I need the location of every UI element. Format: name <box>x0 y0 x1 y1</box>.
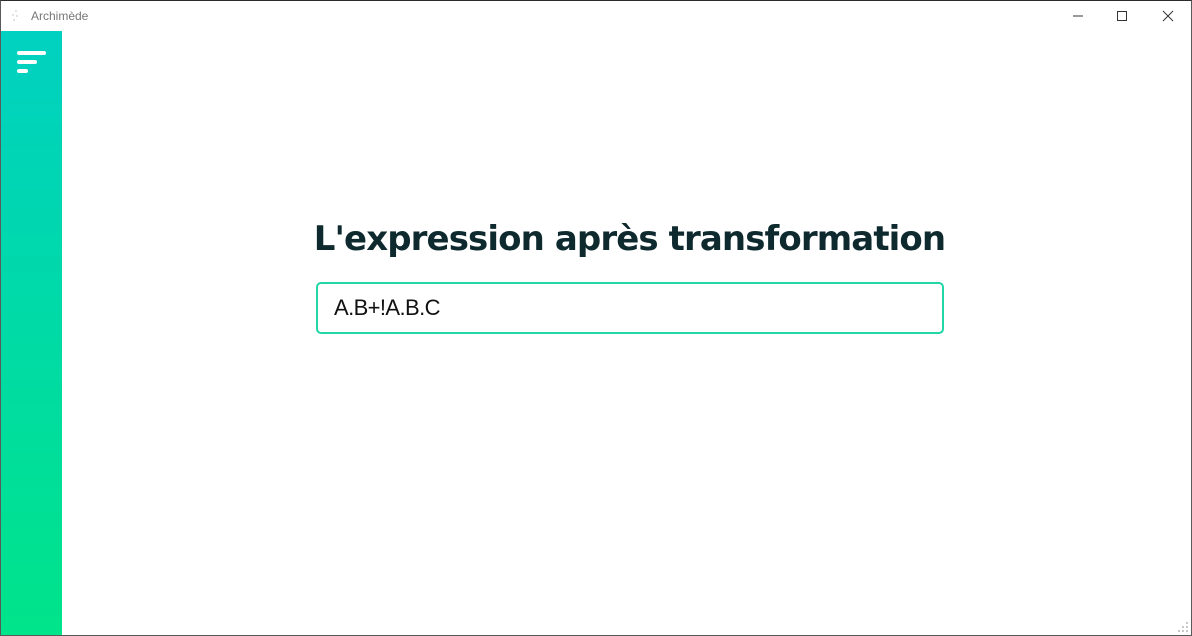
page-title: L'expression après transformation <box>313 219 946 259</box>
maximize-button[interactable] <box>1099 1 1145 31</box>
close-button[interactable] <box>1145 1 1191 31</box>
sidebar <box>1 31 62 635</box>
minimize-button[interactable] <box>1055 1 1101 31</box>
maximize-icon <box>1117 11 1127 21</box>
resize-grip-icon[interactable] <box>1177 621 1189 633</box>
minimize-icon <box>1073 15 1083 17</box>
expression-result-field[interactable]: A.B+!A.B.C <box>316 282 944 334</box>
title-bar[interactable]: Archimède <box>1 1 1191 31</box>
hamburger-menu-icon[interactable] <box>17 51 47 75</box>
app-icon <box>12 10 20 22</box>
window-title: Archimède <box>31 9 89 23</box>
main-content: L'expression après transformation A.B+!A… <box>62 31 1191 635</box>
close-icon <box>1162 10 1174 22</box>
app-window: Archimède L'expression après transformat… <box>0 0 1192 636</box>
